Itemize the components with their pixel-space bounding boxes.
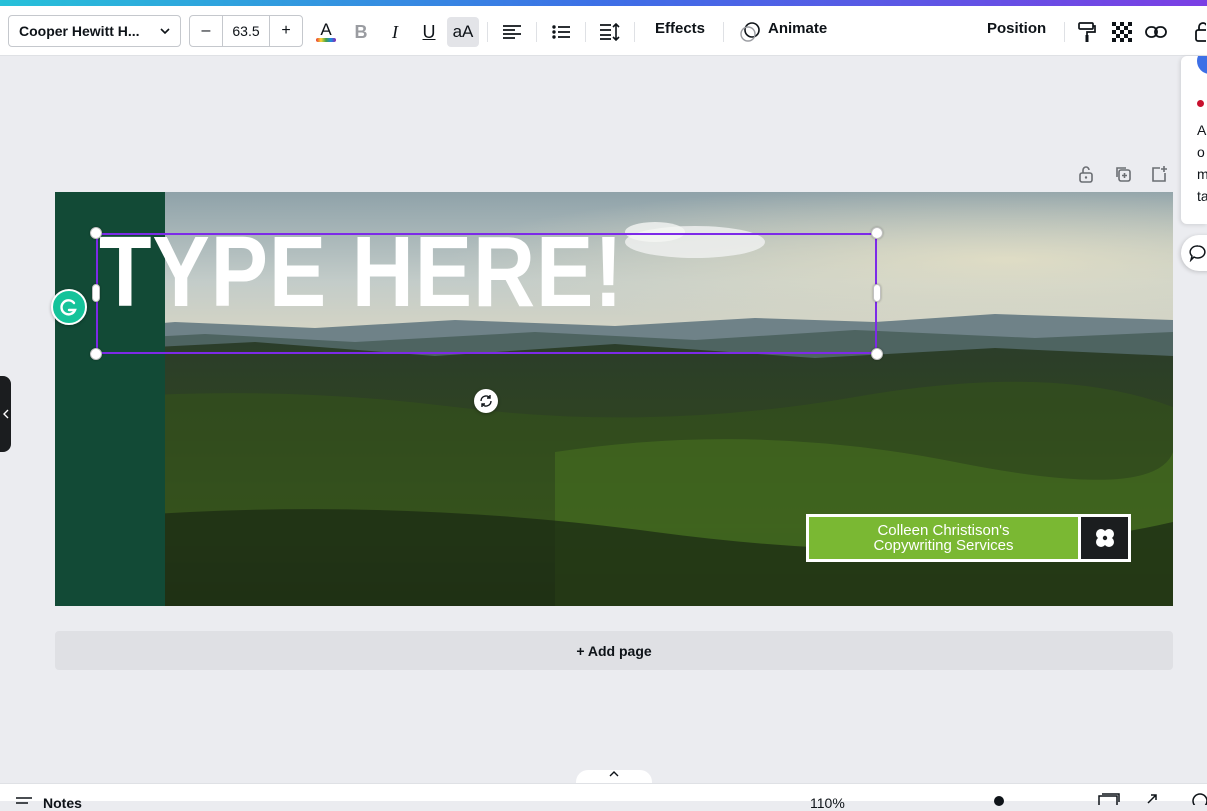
text-align-button[interactable] [499, 19, 525, 45]
resize-handle-right[interactable] [873, 284, 881, 302]
brand-logo-block [1081, 517, 1128, 559]
zoom-slider-thumb[interactable] [994, 796, 1004, 806]
bold-label: B [354, 21, 368, 42]
toolbar-divider [723, 22, 724, 42]
lock-toolbar-button[interactable] [1190, 19, 1207, 45]
headline-text[interactable]: TYPE HERE! [99, 222, 624, 322]
link-icon [1145, 26, 1167, 38]
rainbow-bar-icon [316, 38, 336, 42]
toolbar-divider [634, 22, 635, 42]
underline-button[interactable]: U [416, 19, 442, 45]
pages-view-icon[interactable] [1098, 793, 1120, 805]
decrease-font-size-button[interactable]: – [190, 16, 222, 46]
toolbar-divider [585, 22, 586, 42]
chevron-up-icon [609, 771, 619, 777]
unread-dot [1197, 100, 1204, 107]
duplicate-icon [1116, 167, 1131, 182]
chevron-down-icon [160, 28, 170, 35]
resize-handle-bottom-right[interactable] [871, 348, 883, 360]
chevron-left-icon [2, 409, 8, 419]
brand-name-block: Colleen Christison's Copywriting Service… [809, 517, 1081, 559]
lock-icon [1194, 22, 1206, 42]
letter-case-button[interactable]: aA [447, 17, 479, 47]
effects-button[interactable]: Effects [655, 20, 705, 37]
letter-case-label: aA [452, 22, 474, 41]
italic-button[interactable]: I [382, 19, 408, 45]
font-family-dropdown[interactable]: Cooper Hewitt H... [8, 15, 181, 47]
align-left-icon [503, 25, 521, 39]
transparency-button[interactable] [1109, 19, 1135, 45]
spacing-button[interactable] [597, 19, 623, 45]
help-icon[interactable] [1192, 793, 1207, 805]
transparency-checker-icon [1112, 22, 1132, 42]
italic-label: I [392, 21, 398, 42]
text-color-button[interactable]: A [313, 19, 339, 45]
comment-icon [1189, 245, 1206, 262]
resize-handle-top-right[interactable] [871, 227, 883, 239]
resize-handle-bottom-left[interactable] [90, 348, 102, 360]
bullet-list-icon [552, 25, 570, 39]
copy-style-button[interactable] [1074, 19, 1100, 45]
resize-handle-top-left[interactable] [90, 227, 102, 239]
grammarly-icon [60, 299, 77, 316]
toolbar-divider [1064, 22, 1065, 42]
rotate-handle[interactable] [474, 389, 498, 413]
lock-page-button[interactable] [1077, 165, 1095, 188]
paint-roller-icon [1078, 22, 1096, 42]
grammarly-button[interactable] [51, 289, 87, 325]
link-button[interactable] [1143, 19, 1169, 45]
toolbar-divider [487, 22, 488, 42]
position-button[interactable]: Position [987, 20, 1046, 37]
brand-line-1: Colleen Christison's [877, 522, 1010, 539]
comment-button[interactable] [1181, 235, 1207, 271]
increase-font-size-button[interactable]: + [270, 16, 302, 46]
animate-button[interactable]: Animate [768, 20, 827, 37]
line-spacing-icon [600, 23, 620, 41]
duplicate-page-button[interactable] [1114, 165, 1132, 188]
brand-line-2: Copywriting Services [873, 537, 1014, 554]
panel-text-line: o [1197, 144, 1205, 160]
side-panel-toggle[interactable] [0, 376, 11, 452]
add-page-icon-button[interactable] [1150, 165, 1168, 188]
font-size-input[interactable]: 63.5 [222, 16, 270, 46]
text-color-letter: A [320, 20, 332, 39]
panel-text-line: m [1197, 166, 1207, 182]
pages-drawer-toggle[interactable] [576, 770, 652, 784]
font-size-stepper: – 63.5 + [189, 15, 303, 47]
list-button[interactable] [548, 19, 574, 45]
bottom-status-bar: Notes 110% [0, 783, 1207, 811]
brand-label-box[interactable]: Colleen Christison's Copywriting Service… [806, 514, 1131, 562]
add-page-button[interactable]: + Add page [55, 631, 1173, 670]
add-page-icon [1152, 166, 1167, 182]
underline-label: U [422, 21, 436, 42]
panel-text-line: ta [1197, 188, 1207, 204]
font-family-label: Cooper Hewitt H... [19, 23, 140, 39]
animate-icon [740, 22, 760, 42]
notes-button[interactable]: Notes [43, 795, 82, 811]
clover-icon [1095, 529, 1114, 547]
zoom-level[interactable]: 110% [810, 795, 845, 811]
animate-icon-wrap[interactable] [737, 19, 763, 45]
text-toolbar: Cooper Hewitt H... – 63.5 + A B I U aA E… [0, 6, 1207, 56]
comment-panel: A o m ta [1181, 56, 1207, 224]
lock-icon [1079, 166, 1093, 183]
user-avatar [1197, 56, 1207, 74]
rotate-icon [480, 395, 492, 407]
fullscreen-icon[interactable] [1146, 793, 1158, 805]
toolbar-divider [536, 22, 537, 42]
notes-icon [16, 797, 32, 804]
resize-handle-left[interactable] [92, 284, 100, 302]
panel-text-line: A [1197, 122, 1207, 138]
bold-button[interactable]: B [348, 19, 374, 45]
